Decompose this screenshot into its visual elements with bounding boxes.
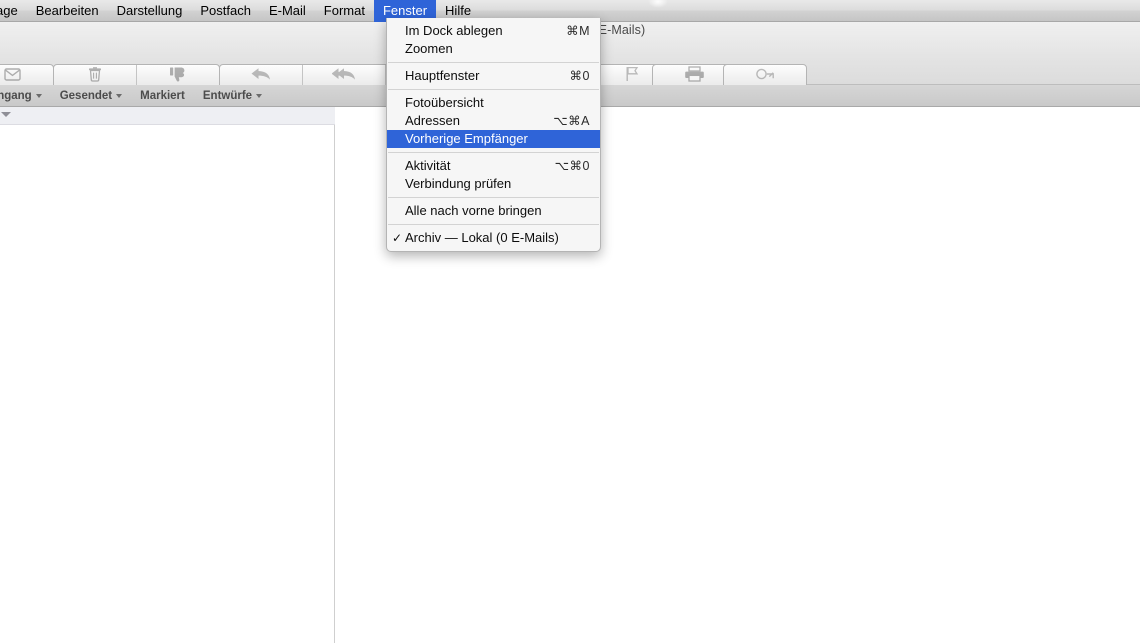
- menu-separator: [388, 224, 599, 225]
- message-list-header[interactable]: [0, 107, 335, 125]
- menubar-highlight: [648, 0, 668, 8]
- menu-item-archiv-lokal[interactable]: ✓ Archiv — Lokal (0 E-Mails): [387, 229, 600, 247]
- menu-email[interactable]: E-Mail: [260, 0, 315, 22]
- chevron-down-icon[interactable]: [35, 93, 42, 98]
- menu-separator: [388, 197, 599, 198]
- menu-separator: [388, 89, 599, 90]
- menu-item-adressen[interactable]: Adressen ⌥⌘A: [387, 112, 600, 130]
- menu-item-zoomen[interactable]: Zoomen: [387, 40, 600, 58]
- favorite-entwuerfe[interactable]: Entwürfe: [194, 85, 271, 107]
- favorite-entwuerfe-label: Entwürfe: [202, 89, 253, 102]
- favorite-eingang[interactable]: ingang: [0, 85, 51, 107]
- flag-icon: [625, 66, 639, 87]
- checkmark-icon: ✓: [392, 231, 403, 245]
- sort-descending-icon[interactable]: [1, 112, 11, 117]
- chevron-down-icon[interactable]: [116, 93, 123, 98]
- menu-item-adressen-label: Adressen: [405, 113, 460, 128]
- menu-item-zoomen-label: Zoomen: [405, 41, 453, 56]
- menu-item-alle-nach-vorne-bringen[interactable]: Alle nach vorne bringen: [387, 202, 600, 220]
- headers-icon: [755, 67, 775, 87]
- menu-item-vorherige-empfaenger[interactable]: Vorherige Empfänger: [387, 130, 600, 148]
- menu-item-alle-nach-vorne-bringen-label: Alle nach vorne bringen: [405, 203, 542, 218]
- fenster-dropdown-menu[interactable]: Im Dock ablegen ⌘M Zoomen Hauptfenster ⌘0 Fot…: [386, 18, 601, 252]
- menu-item-hauptfenster-shortcut: ⌘0: [569, 69, 590, 83]
- menu-item-im-dock-ablegen-shortcut: ⌘M: [566, 24, 590, 38]
- menu-ablage[interactable]: age: [0, 0, 27, 22]
- message-list-pane[interactable]: [0, 107, 335, 643]
- menu-separator: [388, 62, 599, 63]
- menu-item-vorherige-empfaenger-label: Vorherige Empfänger: [405, 131, 528, 146]
- menu-format[interactable]: Format: [315, 0, 374, 22]
- mail-app-window: ageBearbeitenDarstellungPostfachE-MailFo…: [0, 0, 1140, 643]
- menu-darstellung[interactable]: Darstellung: [108, 0, 192, 22]
- menu-item-im-dock-ablegen[interactable]: Im Dock ablegen ⌘M: [387, 22, 600, 40]
- compose-icon: [3, 67, 21, 87]
- menu-item-im-dock-ablegen-label: Im Dock ablegen: [405, 23, 503, 38]
- favorite-eingang-label: ingang: [0, 89, 32, 102]
- menu-item-archiv-lokal-label: Archiv — Lokal (0 E-Mails): [405, 230, 559, 245]
- printer-icon: [684, 66, 704, 87]
- menu-postfach[interactable]: Postfach: [191, 0, 260, 22]
- favorite-markiert[interactable]: Markiert: [131, 85, 194, 107]
- menu-item-fotouebersicht-label: Fotoübersicht: [405, 95, 484, 110]
- menu-item-hauptfenster[interactable]: Hauptfenster ⌘0: [387, 67, 600, 85]
- chevron-down-icon[interactable]: [256, 93, 263, 98]
- menu-item-verbindung-pruefen-label: Verbindung prüfen: [405, 176, 512, 191]
- favorite-gesendet-label: Gesendet: [59, 89, 113, 102]
- menu-separator: [388, 152, 599, 153]
- favorite-gesendet[interactable]: Gesendet: [51, 85, 131, 107]
- menu-bearbeiten[interactable]: Bearbeiten: [27, 0, 108, 22]
- menu-item-aktivitaet[interactable]: Aktivität ⌥⌘0: [387, 157, 600, 175]
- menu-item-verbindung-pruefen[interactable]: Verbindung prüfen: [387, 175, 600, 193]
- menu-item-aktivitaet-label: Aktivität: [405, 158, 451, 173]
- reply-icon: [250, 67, 272, 86]
- menu-item-fotouebersicht[interactable]: Fotoübersicht: [387, 94, 600, 112]
- menu-item-hauptfenster-label: Hauptfenster: [405, 68, 480, 83]
- menu-item-adressen-shortcut: ⌥⌘A: [553, 114, 590, 128]
- menu-item-aktivitaet-shortcut: ⌥⌘0: [554, 159, 590, 173]
- favorite-markiert-label: Markiert: [140, 89, 185, 102]
- reply-all-icon: [331, 67, 356, 86]
